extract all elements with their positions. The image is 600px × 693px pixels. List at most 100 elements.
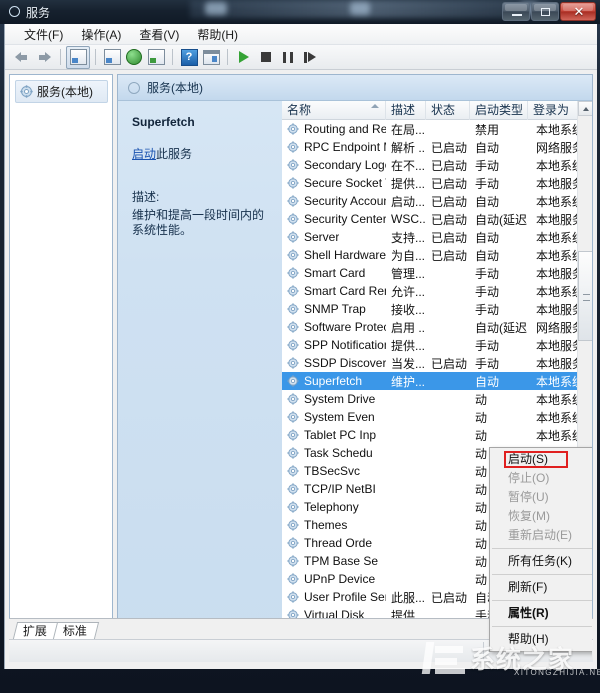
menu-view[interactable]: 查看(V) [130, 24, 188, 45]
service-name-label: Thread Orde [304, 536, 373, 550]
cell-service-name: System Drive [282, 392, 386, 406]
cell-startup-type: 禁用 [475, 122, 500, 137]
cell-service-name: UPnP Device [282, 572, 386, 586]
title-bar[interactable]: 服务 ✕ [0, 0, 600, 24]
table-row[interactable]: SSDP Discovery 当发... 已启动 手动 本地服务 [282, 354, 592, 372]
service-name-label: Security Center [304, 212, 386, 226]
cell-description: 支持... [391, 230, 426, 245]
context-menu[interactable]: 启动(S) 停止(O) 暂停(U) 恢复(M) 重新启动(E) 所有任务(K) 刷新(F) 属… [489, 447, 592, 652]
title-gloss-highlight-1 [205, 2, 227, 15]
start-service-icon[interactable] [233, 47, 255, 68]
menu-action[interactable]: 操作(A) [72, 24, 130, 45]
table-row[interactable]: System Even 动本地系统 [282, 408, 592, 426]
service-gear-icon [287, 554, 300, 568]
service-name-label: Themes [304, 518, 348, 532]
stop-service-icon[interactable] [255, 47, 277, 68]
table-row[interactable]: Secure Socket T...提供...已启动手动本地服务 [282, 174, 592, 192]
tab-standard[interactable]: 标准 [52, 622, 100, 639]
cell-description: 提供... [391, 176, 426, 191]
toolbar: ? [5, 45, 597, 70]
cell-status: 已启动 [431, 158, 468, 173]
cell-service-name: Task Schedu [282, 446, 386, 460]
pause-service-icon[interactable] [277, 47, 299, 68]
service-gear-icon [287, 320, 300, 334]
close-button[interactable]: ✕ [560, 2, 596, 21]
table-row[interactable]: Security CenterWSC...已启动自动(延迟...本地服务 [282, 210, 592, 228]
scroll-up-arrow-icon[interactable] [578, 101, 592, 116]
cell-startup-type: 手动 [475, 158, 500, 173]
context-menu-item[interactable]: 刷新(F) [490, 578, 592, 597]
toolbar-separator [227, 49, 228, 65]
list-header: 名称 描述 状态 启动类型 登录为 [282, 101, 592, 120]
table-row[interactable]: Smart Card 管理... 手动 本地服务 [282, 264, 592, 282]
tab-extended[interactable]: 扩展 [12, 622, 60, 639]
column-header-description[interactable]: 描述 [386, 101, 426, 120]
context-menu-item[interactable]: 帮助(H) [490, 630, 592, 649]
table-row[interactable]: Tablet PC Inp 动本地系统 [282, 426, 592, 444]
context-menu-item: 停止(O) [490, 469, 592, 488]
menu-help[interactable]: 帮助(H) [188, 24, 247, 45]
service-gear-icon [287, 266, 300, 280]
context-menu-item: 恢复(M) [490, 507, 592, 526]
restart-service-icon[interactable] [299, 47, 321, 68]
scrollbar-thumb[interactable] [578, 251, 592, 341]
service-name-label: Secondary Logon [304, 158, 386, 172]
table-row[interactable]: SNMP Trap 接收... 手动 本地服务 [282, 300, 592, 318]
help-icon[interactable]: ? [178, 47, 200, 68]
cell-startup-type: 手动 [475, 176, 500, 191]
service-gear-icon [287, 392, 300, 406]
properties-icon[interactable] [200, 47, 222, 68]
table-row[interactable]: Secondary Logon在不...已启动手动本地系统 [282, 156, 592, 174]
table-row[interactable]: System Drive 动本地系统 [282, 390, 592, 408]
column-header-name[interactable]: 名称 [282, 101, 386, 120]
cell-service-name: Smart Card Rem... [282, 284, 386, 298]
forward-icon[interactable] [33, 47, 55, 68]
context-menu-item[interactable]: 所有任务(K) [490, 552, 592, 571]
table-row[interactable]: Server 支持... 已启动 自动 本地系统 [282, 228, 592, 246]
back-icon[interactable] [11, 47, 33, 68]
context-menu-item[interactable]: 属性(R) [490, 604, 592, 623]
cell-service-name: SSDP Discovery [282, 356, 386, 370]
column-header-status[interactable]: 状态 [426, 101, 470, 120]
table-row[interactable]: Security Account...启动...已启动自动本地系统 [282, 192, 592, 210]
show-hide-tree-icon[interactable] [66, 45, 90, 69]
table-row[interactable]: Routing and Re...在局...禁用本地系统 [282, 120, 592, 138]
menu-file[interactable]: 文件(F) [15, 24, 72, 45]
service-name-label: Shell Hardware ... [304, 248, 386, 262]
refresh-icon[interactable] [123, 47, 145, 68]
context-menu-item-label: 停止(O) [508, 471, 550, 485]
service-name-label: TBSecSvc [304, 464, 361, 478]
minimize-button[interactable] [502, 2, 530, 21]
table-row[interactable]: Smart Card Rem...允许...手动本地系统 [282, 282, 592, 300]
table-row[interactable]: SPP Notification ...提供...手动本地服务 [282, 336, 592, 354]
cell-startup-type: 手动 [475, 284, 500, 299]
cell-service-name: Server [282, 230, 386, 244]
table-row[interactable]: Superfetch 维护... 自动 本地系统 [282, 372, 592, 390]
cell-service-name: Superfetch [282, 374, 386, 388]
service-name-label: TCP/IP NetBI [304, 482, 376, 496]
table-row[interactable]: Software Protect...启用 ...自动(延迟...网络服务 [282, 318, 592, 336]
cell-description: 维护... [391, 374, 426, 389]
export-list-icon[interactable] [145, 47, 167, 68]
start-service-link[interactable]: 启动 [132, 147, 156, 161]
maximize-button[interactable] [531, 2, 559, 21]
sidebar-item-services-local[interactable]: 服务(本地) [15, 80, 108, 103]
cell-startup-type: 自动(延迟... [475, 212, 528, 227]
service-gear-icon [287, 302, 300, 316]
cell-description: 管理... [391, 266, 426, 281]
column-header-startup-type[interactable]: 启动类型 [470, 101, 528, 120]
cell-service-name: Security Account... [282, 194, 386, 208]
save-icon[interactable] [101, 47, 123, 68]
service-gear-icon [287, 122, 300, 136]
service-name-label: SNMP Trap [304, 302, 366, 316]
sidebar-item-label: 服务(本地) [37, 85, 93, 99]
table-row[interactable]: RPC Endpoint M...解析 ...已启动自动网络服务 [282, 138, 592, 156]
context-menu-item-label: 重新启动(E) [508, 528, 572, 542]
cell-service-name: Security Center [282, 212, 386, 226]
context-menu-item[interactable]: 启动(S) [490, 450, 592, 469]
context-menu-separator [492, 548, 592, 549]
service-gear-icon [287, 338, 300, 352]
service-gear-icon [287, 158, 300, 172]
table-row[interactable]: Shell Hardware ...为自...已启动自动本地系统 [282, 246, 592, 264]
service-gear-icon [287, 464, 300, 478]
